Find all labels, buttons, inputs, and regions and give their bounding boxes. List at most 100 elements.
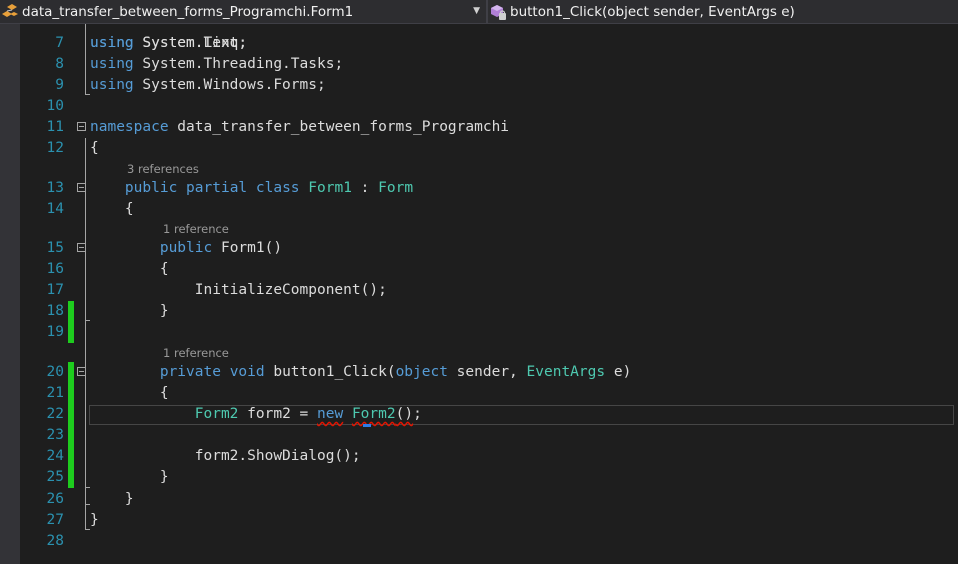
line-number: 8 — [55, 56, 64, 72]
code-line[interactable]: 16 { — [20, 259, 958, 280]
line-number: 18 — [46, 303, 64, 319]
code-line-partial: using System.Linq; — [90, 35, 248, 51]
code-line[interactable]: 21 { — [20, 383, 958, 404]
class-icon — [0, 3, 20, 21]
code-line[interactable]: 9 using System.Windows.Forms; — [20, 75, 958, 96]
change-indicator — [68, 446, 74, 467]
code-token: } — [90, 303, 169, 319]
code-text: { — [90, 138, 99, 159]
code-token: { — [90, 201, 134, 217]
line-number: 9 — [55, 77, 64, 93]
code-line[interactable]: 27} — [20, 510, 958, 531]
code-text: using System.Threading.Tasks; — [90, 54, 343, 75]
code-token: System.Threading.Tasks; — [133, 56, 344, 72]
change-indicator — [68, 383, 74, 404]
line-number: 20 — [46, 364, 64, 380]
code-token: sender, — [447, 364, 527, 380]
code-line[interactable]: 7 using System.Text; — [20, 33, 958, 54]
code-line[interactable]: 11 namespace data_transfer_between_forms_… — [20, 117, 958, 138]
code-line[interactable]: 13 public partial class Form1 : Form — [20, 178, 958, 199]
code-token: data_transfer_between_forms_Programchi — [168, 119, 510, 135]
collapse-icon[interactable] — [77, 243, 86, 252]
code-line[interactable]: 28 — [20, 531, 958, 552]
code-line[interactable]: 15 public Form1() — [20, 238, 958, 259]
line-number: 23 — [46, 427, 64, 443]
line-number: 25 — [46, 469, 64, 485]
line-number: 7 — [55, 35, 64, 51]
code-line[interactable]: 10 — [20, 96, 958, 117]
code-text: using System.Windows.Forms; — [90, 75, 326, 96]
code-text: using System.Text; — [90, 33, 247, 54]
code-line[interactable]: 26 } — [20, 489, 958, 510]
change-indicator — [68, 404, 74, 425]
code-line[interactable]: 24 form2.ShowDialog(); — [20, 446, 958, 467]
code-line[interactable]: 25 } — [20, 467, 958, 488]
collapse-icon[interactable] — [77, 122, 86, 131]
code-token: Form2 — [351, 406, 396, 422]
code-text: public Form1() — [90, 238, 282, 259]
line-number: 27 — [46, 512, 64, 528]
code-token: using — [90, 56, 134, 72]
code-token: { — [90, 385, 169, 401]
code-token: } — [90, 469, 169, 485]
code-token: new — [317, 406, 344, 422]
code-line[interactable]: 12 { — [20, 138, 958, 159]
code-token: } — [90, 512, 99, 528]
line-number: 11 — [46, 119, 64, 135]
line-number: 24 — [46, 448, 64, 464]
code-token: EventArgs — [526, 364, 606, 380]
code-line[interactable]: 19 — [20, 322, 958, 343]
code-text: private void button1_Click(object sender… — [90, 362, 631, 383]
line-number: 26 — [46, 491, 64, 507]
codelens-references[interactable]: 1 reference — [163, 220, 229, 238]
code-token: } — [90, 491, 134, 507]
code-text: Form2 form2 = new Form2(); — [90, 404, 422, 425]
code-text: } — [90, 489, 134, 510]
line-number: 10 — [46, 98, 64, 114]
code-line[interactable]: 20 private void button1_Click(object sen… — [20, 362, 958, 383]
editor-left-strip — [0, 24, 20, 564]
code-token: { — [90, 261, 169, 277]
collapse-icon[interactable] — [77, 367, 86, 376]
code-line[interactable]: 22 Form2 form2 = new Form2(); — [20, 404, 958, 425]
collapse-icon[interactable] — [77, 183, 86, 192]
code-token: partial — [186, 180, 248, 196]
change-indicator — [68, 322, 74, 343]
code-token: public — [159, 240, 213, 256]
line-number: 22 — [46, 406, 64, 422]
code-text: } — [90, 510, 99, 531]
code-text: public partial class Form1 : Form — [90, 178, 413, 199]
code-token: form2 = — [238, 406, 317, 422]
change-indicator — [68, 425, 74, 446]
code-token: e) — [605, 364, 632, 380]
code-token: private — [159, 364, 221, 380]
codelens-references[interactable]: 3 references — [127, 160, 199, 178]
change-indicator — [68, 301, 74, 322]
line-number: 19 — [46, 324, 64, 340]
code-text: } — [90, 467, 169, 488]
line-number: 21 — [46, 385, 64, 401]
code-line[interactable]: 17 InitializeComponent(); — [20, 280, 958, 301]
change-indicator — [68, 467, 74, 488]
code-token: () — [395, 406, 414, 422]
code-text: { — [90, 199, 134, 220]
quick-action-marker[interactable] — [363, 424, 371, 427]
code-token: namespace — [90, 119, 169, 135]
code-token: { — [90, 140, 99, 156]
code-line[interactable]: 8 using System.Threading.Tasks; — [20, 54, 958, 75]
code-line[interactable]: 14 { — [20, 199, 958, 220]
code-line[interactable]: 23 — [20, 425, 958, 446]
code-editor[interactable]: using System.Linq; 3 references 1 refere… — [0, 24, 958, 564]
line-number: 15 — [46, 240, 64, 256]
codelens-references[interactable]: 1 reference — [163, 344, 229, 362]
code-line[interactable]: 18 } — [20, 301, 958, 322]
code-text: } — [90, 301, 169, 322]
